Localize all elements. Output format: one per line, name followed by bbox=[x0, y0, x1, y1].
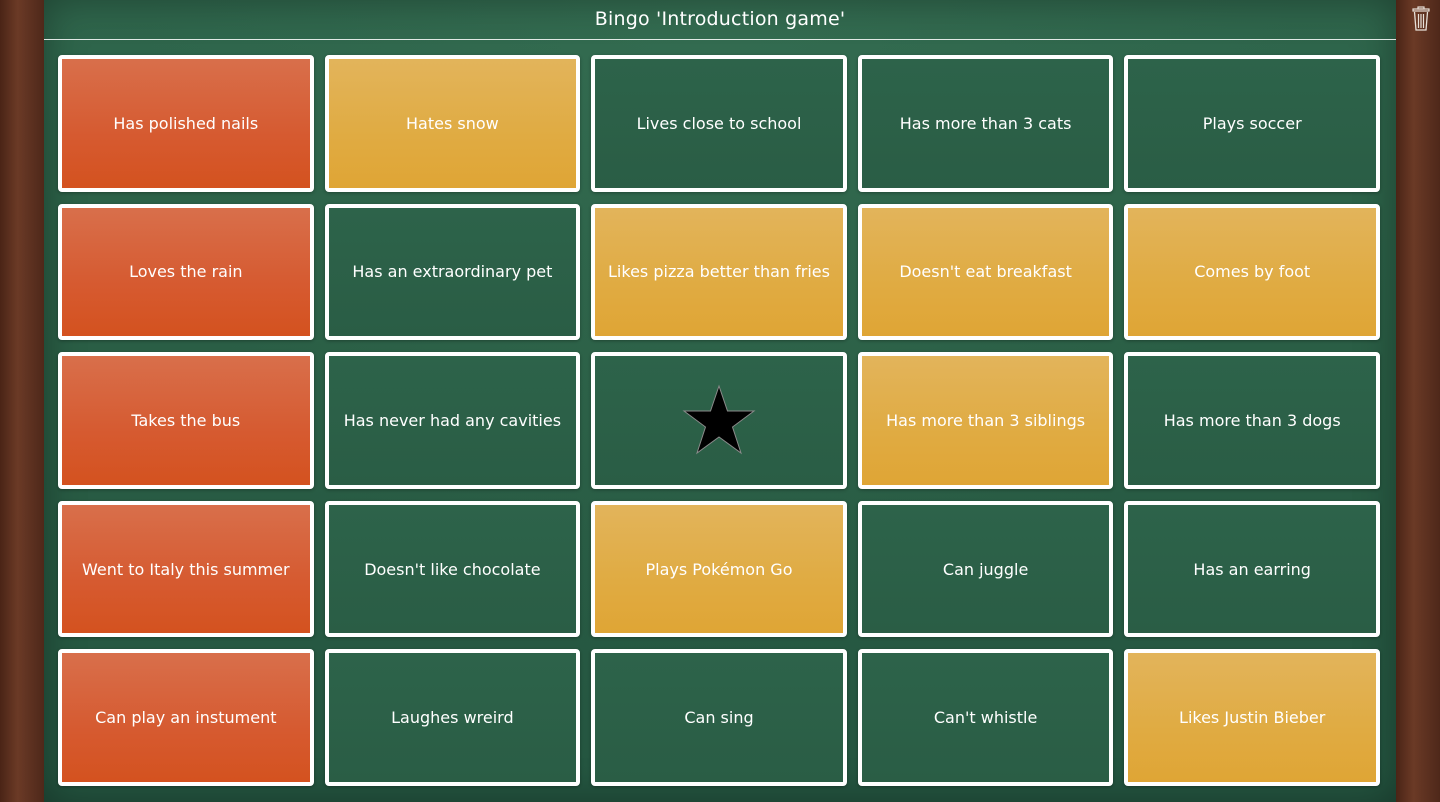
bingo-cell-label: Can play an instument bbox=[95, 708, 277, 728]
bingo-cell[interactable]: Lives close to school bbox=[591, 55, 847, 192]
bingo-cell-label: Loves the rain bbox=[129, 262, 243, 282]
bingo-cell-label: Likes Justin Bieber bbox=[1179, 708, 1326, 728]
bingo-cell[interactable]: Has more than 3 dogs bbox=[1124, 352, 1380, 489]
bingo-cell-free[interactable] bbox=[591, 352, 847, 489]
bingo-cell-label: Doesn't like chocolate bbox=[364, 559, 541, 579]
bingo-cell-label: Has more than 3 dogs bbox=[1163, 410, 1341, 430]
bingo-cell-label: Has an extraordinary pet bbox=[352, 262, 553, 282]
bingo-cell[interactable]: Has an earring bbox=[1124, 500, 1380, 638]
trash-icon[interactable] bbox=[1410, 6, 1432, 32]
bingo-cell[interactable]: Likes pizza better than fries bbox=[591, 203, 847, 341]
bingo-cell[interactable]: Went to Italy this summer bbox=[58, 500, 314, 638]
board-frame-left bbox=[0, 0, 44, 802]
bingo-cell[interactable]: Doesn't like chocolate bbox=[324, 500, 581, 638]
bingo-cell-label: Plays Pokémon Go bbox=[645, 559, 793, 579]
bingo-cell-label: Takes the bus bbox=[131, 410, 241, 430]
bingo-cell-label: Can sing bbox=[684, 708, 754, 728]
bingo-cell[interactable]: Likes Justin Bieber bbox=[1124, 649, 1380, 786]
bingo-cell[interactable]: Has an extraordinary pet bbox=[324, 203, 581, 341]
bingo-cell-label: Has more than 3 siblings bbox=[886, 410, 1086, 430]
bingo-cell-label: Has more than 3 cats bbox=[899, 113, 1072, 133]
bingo-cell-label: Comes by foot bbox=[1194, 262, 1311, 282]
bingo-cell-label: Has never had any cavities bbox=[343, 410, 562, 430]
bingo-cell[interactable]: Takes the bus bbox=[58, 352, 314, 489]
bingo-cell[interactable]: Plays soccer bbox=[1124, 55, 1380, 192]
bingo-cell-label: Plays soccer bbox=[1202, 113, 1302, 133]
board-frame-right bbox=[1396, 0, 1440, 802]
bingo-cell[interactable]: Has more than 3 siblings bbox=[857, 352, 1114, 489]
star-icon bbox=[682, 384, 756, 455]
bingo-cell[interactable]: Can play an instument bbox=[58, 649, 314, 786]
bingo-cell[interactable]: Hates snow bbox=[324, 55, 581, 192]
bingo-cell[interactable]: Laughes wreird bbox=[324, 649, 581, 786]
bingo-cell[interactable]: Can sing bbox=[591, 649, 847, 786]
bingo-cell[interactable]: Can't whistle bbox=[857, 649, 1114, 786]
bingo-cell-label: Has an earring bbox=[1193, 559, 1311, 579]
bingo-cell-label: Can juggle bbox=[942, 559, 1029, 579]
bingo-cell-label: Laughes wreird bbox=[391, 708, 514, 728]
bingo-cell[interactable]: Can juggle bbox=[857, 500, 1114, 638]
bingo-cell-label: Went to Italy this summer bbox=[82, 559, 290, 579]
bingo-cell[interactable]: Has never had any cavities bbox=[324, 352, 581, 489]
bingo-cell-label: Can't whistle bbox=[933, 708, 1038, 728]
bingo-cell[interactable]: Has polished nails bbox=[58, 55, 314, 192]
bingo-cell-label: Doesn't eat breakfast bbox=[899, 262, 1072, 282]
bingo-cell-label: Hates snow bbox=[406, 113, 499, 133]
bingo-cell[interactable]: Comes by foot bbox=[1124, 203, 1380, 341]
bingo-cell-label: Likes pizza better than fries bbox=[608, 262, 830, 282]
bingo-cell[interactable]: Has more than 3 cats bbox=[857, 55, 1114, 192]
page-title: Bingo 'Introduction game' bbox=[594, 8, 846, 30]
chalkboard: Bingo 'Introduction game' Has polished n… bbox=[44, 0, 1396, 802]
bingo-grid: Has polished nails Hates snow Lives close … bbox=[58, 55, 1380, 786]
bingo-cell-label: Lives close to school bbox=[636, 113, 802, 133]
bingo-cell[interactable]: Loves the rain bbox=[58, 203, 314, 341]
bingo-cell[interactable]: Doesn't eat breakfast bbox=[857, 203, 1114, 341]
header: Bingo 'Introduction game' bbox=[44, 0, 1396, 40]
bingo-cell-label: Has polished nails bbox=[113, 113, 259, 133]
bingo-cell[interactable]: Plays Pokémon Go bbox=[591, 500, 847, 638]
